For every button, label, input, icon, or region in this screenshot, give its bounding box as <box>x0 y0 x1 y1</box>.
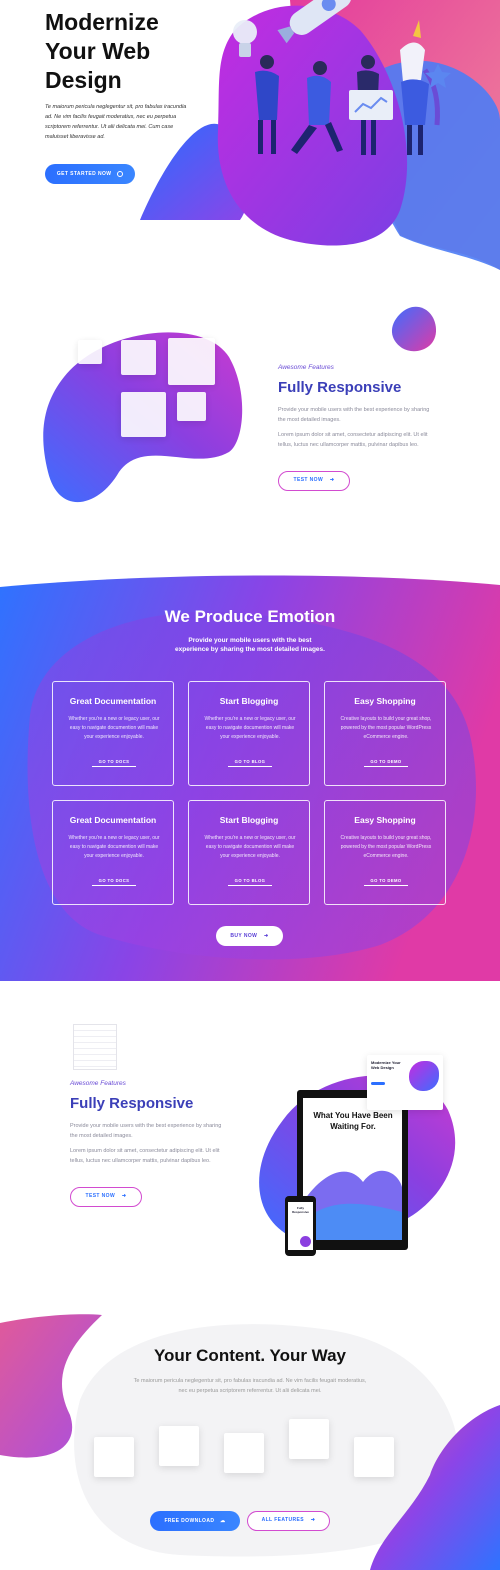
wireframe-card <box>177 392 206 421</box>
arrow-circle-icon <box>117 170 124 177</box>
wireframe-card <box>121 392 166 437</box>
arrow-right-icon: ➜ <box>310 1517 316 1523</box>
all-features-label: ALL FEATURES <box>261 1517 304 1523</box>
hero-title-line-2: Your Web <box>45 38 151 64</box>
hero-title-line-1: Modernize <box>45 9 159 35</box>
free-download-label: FREE DOWNLOAD <box>164 1518 215 1524</box>
feature-card-docs: Great Documentation Whether you're a new… <box>52 681 174 786</box>
person-laptop <box>349 55 393 155</box>
small-blob-decoration <box>391 306 437 352</box>
buy-now-label: BUY NOW <box>230 933 258 939</box>
feature2-text-2: Lorem ipsum dolor sit amet, consectetur … <box>70 1148 220 1164</box>
card-text: Creative layouts to build your great sho… <box>340 716 432 740</box>
layout-thumbnail <box>224 1433 264 1473</box>
mini-hero-card: Modernize Your Web Design <box>367 1055 443 1110</box>
go-to-docs-link[interactable]: GO TO DOCS <box>92 759 136 767</box>
card-text: Whether you're a new or legacy user, our… <box>204 716 296 740</box>
phone-mockup: Fully Responsive <box>285 1196 316 1256</box>
arrow-right-icon: ➜ <box>264 933 269 939</box>
layout-thumbnail <box>159 1426 199 1466</box>
hero-title-line-3: Design <box>45 67 122 93</box>
free-download-button[interactable]: FREE DOWNLOAD ☁ <box>150 1511 240 1531</box>
card-title: Easy Shopping <box>354 815 416 825</box>
monitor-screen-blobs <box>303 1170 402 1240</box>
wireframe-card <box>121 340 156 375</box>
feature2-title: Fully Responsive <box>70 1095 194 1112</box>
feature1-text-1: Provide your mobile users with the best … <box>278 407 430 423</box>
cloud-download-icon: ☁ <box>220 1518 226 1524</box>
buy-now-button[interactable]: BUY NOW ➜ <box>216 926 283 946</box>
feature-card-shop: Easy Shopping Creative layouts to build … <box>324 681 446 786</box>
card-title: Start Blogging <box>219 696 279 706</box>
person-middle <box>291 61 343 154</box>
card-text: Whether you're a new or legacy user, our… <box>68 835 160 859</box>
hero-description: Te maiorum pericula neglegentur sit, pro… <box>45 104 187 140</box>
card-title: Great Documentation <box>69 815 157 825</box>
card-title: Easy Shopping <box>354 696 416 706</box>
mini-hero-blob <box>409 1061 439 1091</box>
get-started-label: GET STARTED NOW <box>56 171 112 177</box>
hero-illustration <box>233 0 451 155</box>
test-now-button[interactable]: TEST NOW ➜ <box>70 1187 142 1207</box>
go-to-demo-link[interactable]: GO TO DEMO <box>364 759 408 767</box>
get-started-button[interactable]: GET STARTED NOW <box>45 164 135 184</box>
mini-hero-title: Modernize Your Web Design <box>371 1060 401 1070</box>
go-to-blog-link[interactable]: GO TO BLOG <box>228 878 272 886</box>
feature-card-blog: Start Blogging Whether you're a new or l… <box>188 800 310 905</box>
hero-title: Modernize Your Web Design <box>45 8 245 95</box>
layout-thumbnail <box>94 1437 134 1477</box>
feature-card-blog: Start Blogging Whether you're a new or l… <box>188 681 310 786</box>
test-now-label: TEST NOW <box>85 1193 116 1199</box>
monitor-screen: What You Have Been Waiting For. <box>303 1098 402 1240</box>
feature-card-shop: Easy Shopping Creative layouts to build … <box>324 800 446 905</box>
feature1-title: Fully Responsive <box>278 379 402 396</box>
emotion-title: We Produce Emotion <box>164 607 336 626</box>
feature2-text-1: Provide your mobile users with the best … <box>70 1123 222 1139</box>
feature1-text-2: Lorem ipsum dolor sit amet, consectetur … <box>278 432 428 448</box>
test-now-button[interactable]: TEST NOW ➜ <box>278 471 350 491</box>
feature1-eyebrow: Awesome Features <box>278 364 334 371</box>
card-title: Start Blogging <box>219 815 279 825</box>
feature2-eyebrow: Awesome Features <box>70 1080 126 1087</box>
content-title: Your Content. Your Way <box>153 1346 347 1365</box>
layout-thumbnail <box>289 1419 329 1459</box>
feature-card-docs: Great Documentation Whether you're a new… <box>52 800 174 905</box>
phone-screen: Fully Responsive <box>288 1202 313 1250</box>
monitor-headline: What You Have Been Waiting For. <box>313 1111 393 1131</box>
go-to-docs-link[interactable]: GO TO DOCS <box>92 878 136 886</box>
all-features-button[interactable]: ALL FEATURES ➜ <box>247 1511 330 1531</box>
phone-title: Fully Responsive <box>292 1206 309 1214</box>
mini-hero-button <box>371 1082 385 1085</box>
test-now-label: TEST NOW <box>293 477 324 483</box>
wireframe-document-decoration <box>73 1024 117 1070</box>
card-text: Whether you're a new or legacy user, our… <box>204 835 296 859</box>
emotion-subtitle: Provide your mobile users with the best … <box>175 637 325 653</box>
person-left <box>255 55 279 154</box>
go-to-demo-link[interactable]: GO TO DEMO <box>364 878 408 886</box>
card-text: Whether you're a new or legacy user, our… <box>68 716 160 740</box>
content-description: Te maiorum pericula neglegentur sit, pro… <box>133 1378 367 1394</box>
card-text: Creative layouts to build your great sho… <box>340 835 432 859</box>
go-to-blog-link[interactable]: GO TO BLOG <box>228 759 272 767</box>
arrow-right-icon: ➜ <box>121 1193 127 1199</box>
phone-accent-circle <box>300 1236 311 1247</box>
unicorn-figure <box>400 20 440 155</box>
arrow-right-icon: ➜ <box>329 477 335 483</box>
card-title: Great Documentation <box>69 696 157 706</box>
wireframe-card <box>78 340 102 364</box>
wireframe-card <box>168 338 215 385</box>
layout-thumbnail <box>354 1437 394 1477</box>
